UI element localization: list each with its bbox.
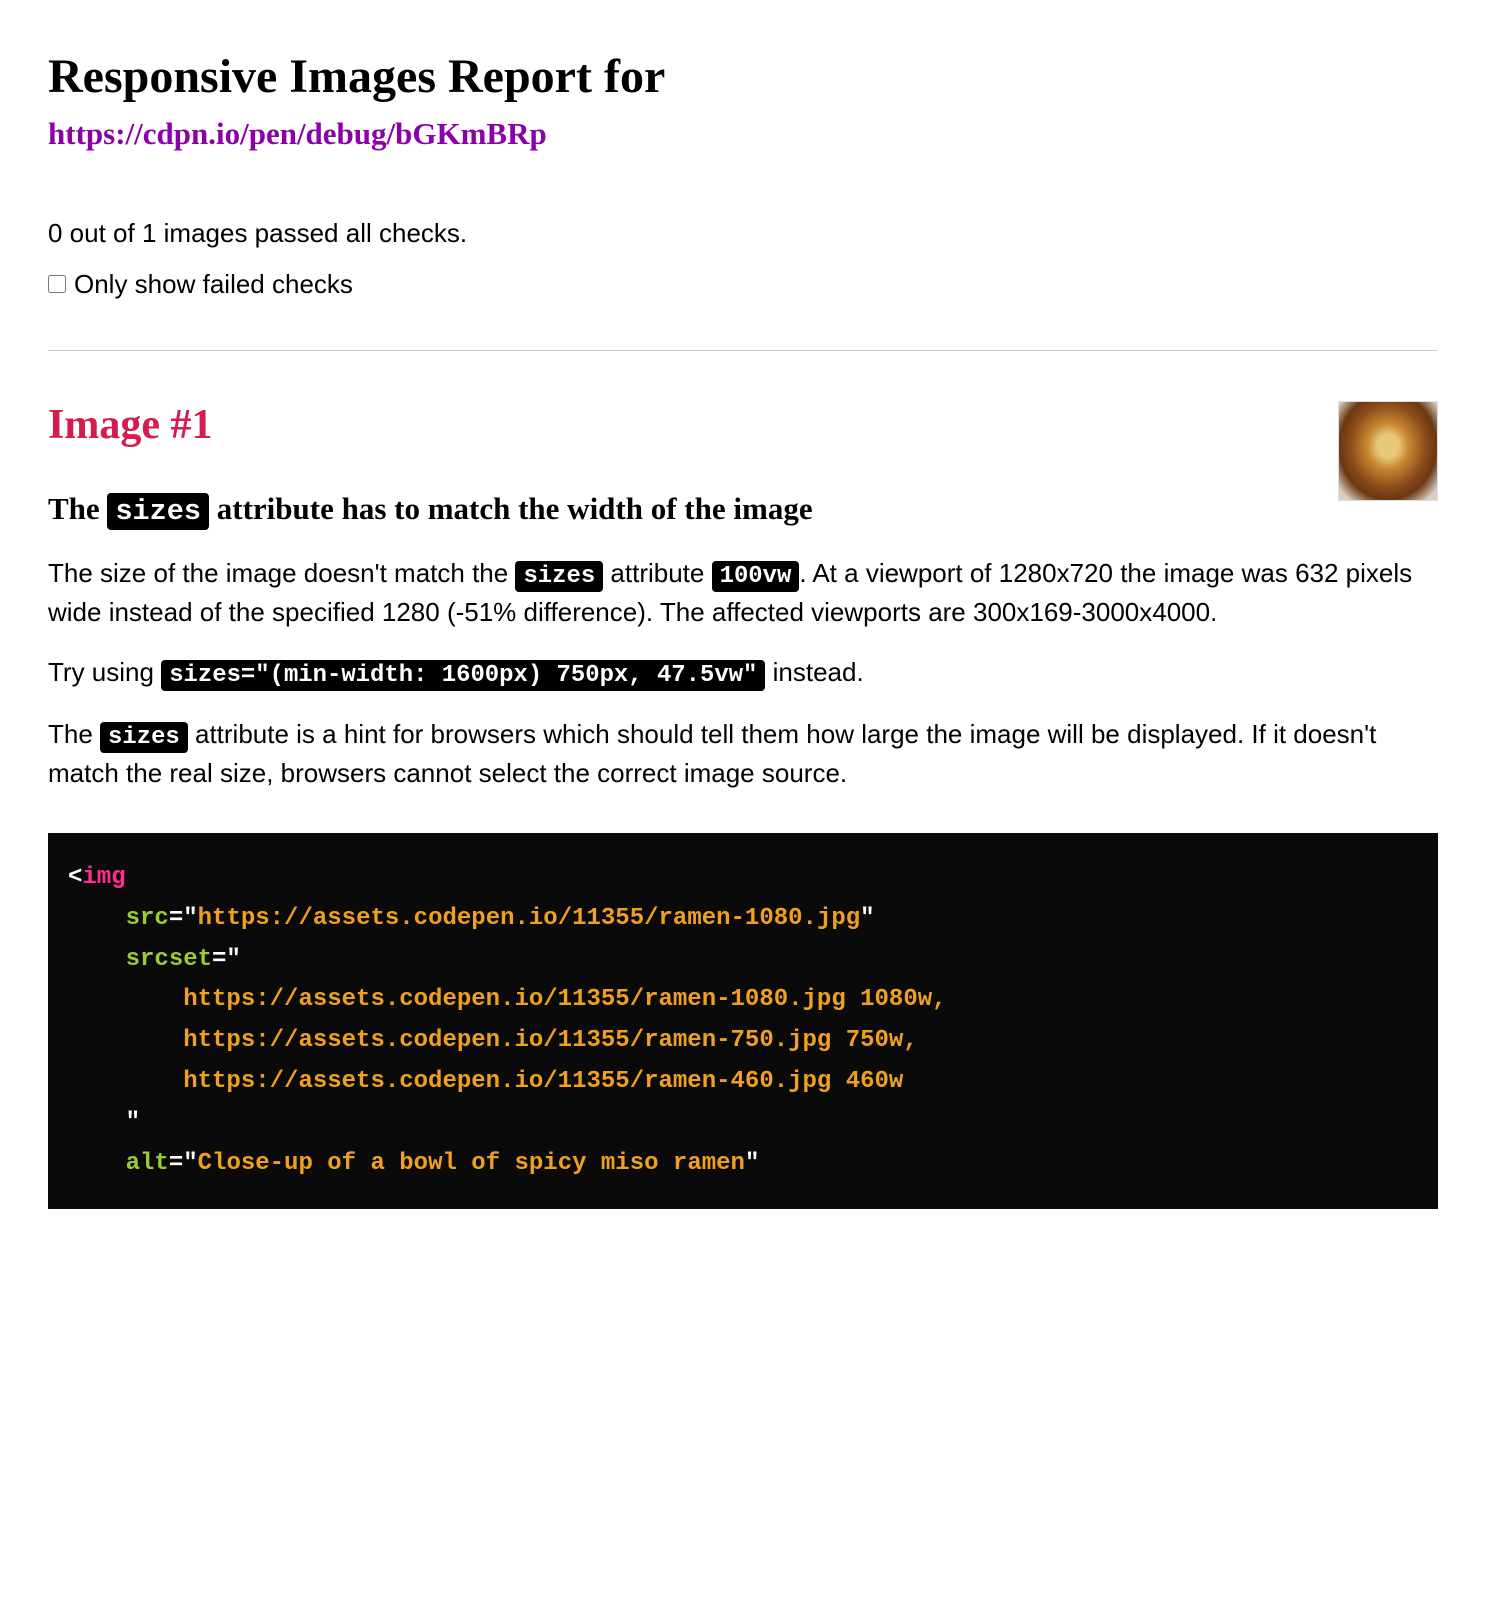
code-l8-val: Close-up of a bowl of spicy miso ramen [198,1150,745,1177]
page-title: Responsive Images Report for [48,48,1438,106]
para-2: Try using sizes="(min-width: 1600px) 750… [48,654,1438,694]
para2-c1: sizes="(min-width: 1600px) 750px, 47.5vw… [161,660,765,691]
summary-text: 0 out of 1 images passed all checks. [48,218,1438,249]
code-l7-close: " [126,1109,140,1136]
code-l3-eq: =" [212,946,241,973]
check-heading: The sizes attribute has to match the wid… [48,489,1438,530]
code-l8-eq: =" [169,1150,198,1177]
para3-t1: The [48,719,100,749]
code-block: <img src="https://assets.codepen.io/1135… [48,833,1438,1209]
filter-label[interactable]: Only show failed checks [48,269,1438,300]
code-l4-val: https://assets.codepen.io/11355/ramen-10… [183,986,946,1013]
check-heading-pre: The [48,491,107,526]
image-heading: Image #1 [48,401,1438,449]
code-l8-attr: alt [126,1150,169,1177]
para2-t2: instead. [765,657,863,687]
code-l2-attr: src [126,905,169,932]
code-l2-eq: =" [169,905,198,932]
report-url-link[interactable]: https://cdpn.io/pen/debug/bGKmBRp [48,116,547,152]
para1-t1: The size of the image doesn't match the [48,558,515,588]
para-3: The sizes attribute is a hint for browse… [48,716,1438,793]
code-l3-attr: srcset [126,946,212,973]
code-l6-val: https://assets.codepen.io/11355/ramen-46… [183,1068,903,1095]
code-l5-val: https://assets.codepen.io/11355/ramen-75… [183,1027,918,1054]
filter-label-text: Only show failed checks [74,269,353,300]
code-l1-tag: img [82,864,125,891]
code-l2-close: " [860,905,874,932]
check-heading-code: sizes [107,493,209,530]
check-heading-post: attribute has to match the width of the … [209,491,813,526]
image-thumbnail [1338,401,1438,501]
para1-c1: sizes [515,561,603,592]
code-l1-open: < [68,864,82,891]
code-l8-close: " [745,1150,759,1177]
para3-t2: attribute is a hint for browsers which s… [48,719,1376,789]
section-divider [48,350,1438,351]
image-section: Image #1 The sizes attribute has to matc… [48,401,1438,1210]
code-l2-val: https://assets.codepen.io/11355/ramen-10… [198,905,861,932]
para1-c2: 100vw [712,561,800,592]
para-1: The size of the image doesn't match the … [48,555,1438,632]
para3-c1: sizes [100,722,188,753]
filter-checkbox[interactable] [48,275,66,293]
para2-t1: Try using [48,657,161,687]
para1-t2: attribute [603,558,711,588]
